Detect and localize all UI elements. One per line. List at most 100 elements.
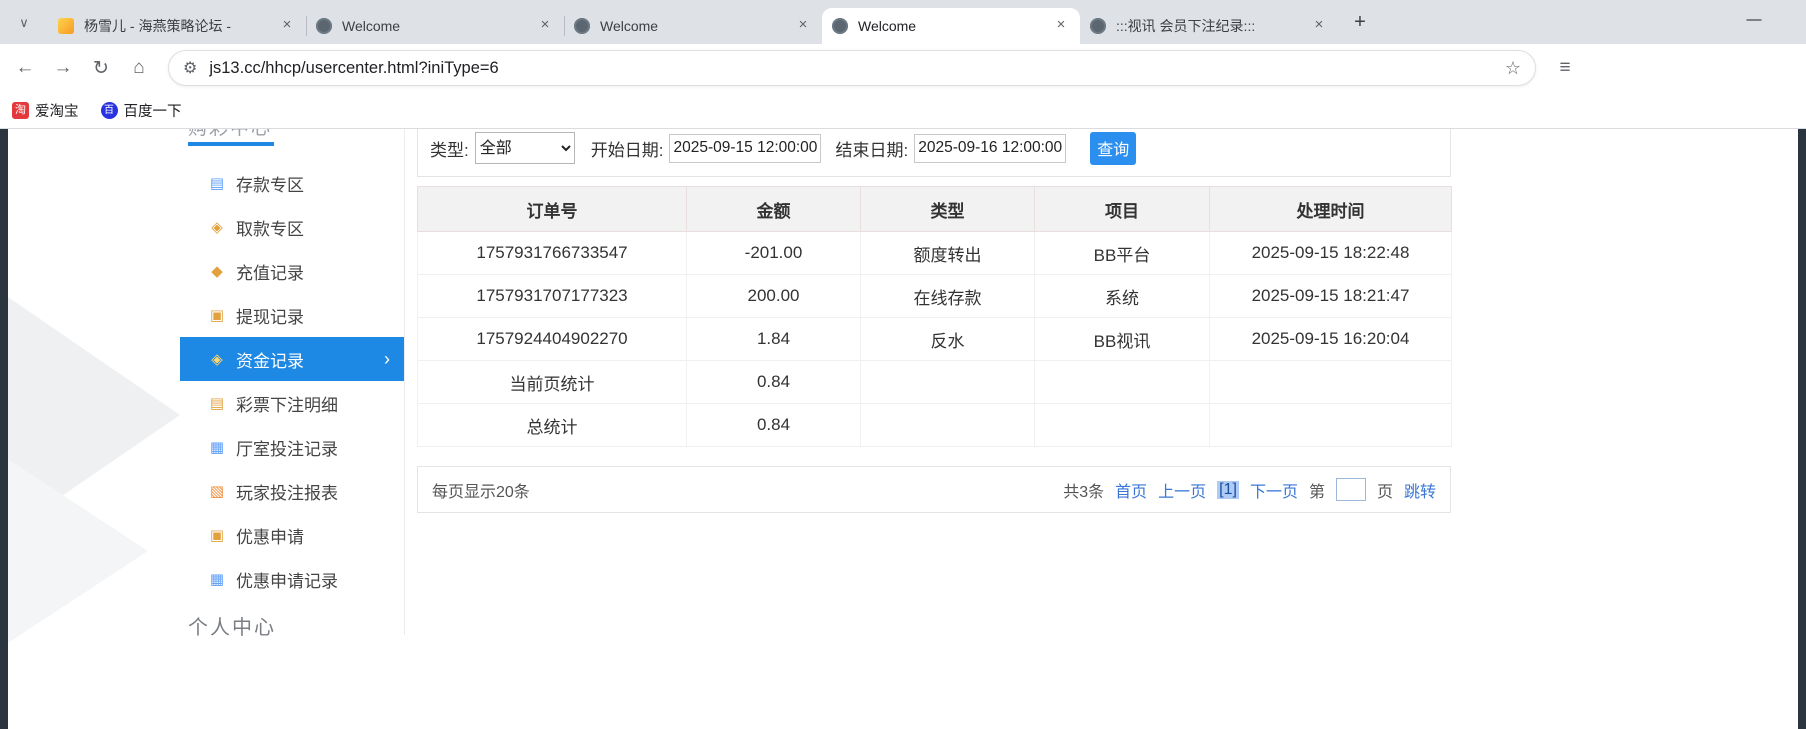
query-button[interactable]: 查询	[1090, 131, 1137, 165]
first-page-link[interactable]: 首页	[1115, 478, 1147, 502]
globe-favicon	[1090, 18, 1106, 34]
tab-bet-records[interactable]: :::视讯 会员下注纪录::: ×	[1080, 8, 1338, 44]
browser-toolbar: ← → ↻ ⌂ ⚙ js13.cc/hhcp/usercenter.html?i…	[0, 44, 1806, 92]
funds-records-icon: ◈	[211, 351, 223, 368]
bookmark-star-icon[interactable]: ☆	[1505, 58, 1521, 79]
table-cell: 当前页统计	[417, 360, 687, 404]
sidebar-item-label: 玩家投注报表	[236, 483, 338, 503]
close-tab-icon[interactable]: ×	[536, 17, 554, 35]
sidebar-item-promo-apply-records[interactable]: ▦ 优惠申请记录	[180, 557, 404, 601]
close-tab-icon[interactable]: ×	[278, 17, 296, 35]
prev-page-link[interactable]: 上一页	[1158, 478, 1206, 502]
sidebar-item-label: 优惠申请记录	[236, 571, 338, 591]
browser-tab-strip: ∨ 杨雪儿 - 海燕策略论坛 - × Welcome × Welcome × W…	[0, 0, 1806, 44]
address-bar[interactable]: ⚙ js13.cc/hhcp/usercenter.html?iniType=6…	[168, 50, 1536, 86]
tab-title: Welcome	[342, 18, 401, 34]
sidebar-item-withdraw-zone[interactable]: ◈ 取款专区	[180, 205, 404, 249]
table-cell	[1034, 360, 1210, 404]
back-button[interactable]: ←	[6, 49, 44, 87]
table-cell: 在线存款	[860, 274, 1035, 318]
page-background: 购彩中心 ▤ 存款专区 ◈ 取款专区 ◆ 充值记录 ▣ 提现记录	[0, 129, 1806, 729]
sidebar-item-label: 存款专区	[236, 175, 304, 195]
type-label: 类型:	[430, 140, 469, 160]
sidebar-item-funds-records[interactable]: ◈ 资金记录 ›	[180, 337, 404, 381]
globe-favicon	[574, 18, 590, 34]
decor-triangle	[8, 459, 148, 643]
table-header-row: 订单号 金额 类型 项目 处理时间	[417, 186, 1452, 232]
home-button[interactable]: ⌂	[120, 49, 158, 87]
tab-forum[interactable]: 杨雪儿 - 海燕策略论坛 - ×	[48, 8, 306, 44]
sidebar-item-hall-bet-records[interactable]: ▦ 厅室投注记录	[180, 425, 404, 469]
sidebar-item-recharge-records[interactable]: ◆ 充值记录	[180, 249, 404, 293]
chevron-right-icon: ›	[384, 348, 390, 369]
forward-button[interactable]: →	[44, 49, 82, 87]
page-number-input[interactable]	[1335, 478, 1366, 501]
promo-apply-icon: ▣	[209, 527, 225, 544]
bookmark-baidu[interactable]: 百 百度一下	[100, 100, 182, 121]
url-text[interactable]: js13.cc/hhcp/usercenter.html?iniType=6	[209, 59, 1505, 78]
next-page-link[interactable]: 下一页	[1250, 478, 1298, 502]
table-cell	[1209, 403, 1452, 447]
table-cell: 总统计	[417, 403, 687, 447]
column-header-time: 处理时间	[1209, 186, 1452, 232]
sidebar: 购彩中心 ▤ 存款专区 ◈ 取款专区 ◆ 充值记录 ▣ 提现记录	[180, 129, 405, 639]
table-cell	[860, 403, 1035, 447]
jump-link[interactable]: 跳转	[1404, 478, 1436, 502]
table-cell	[1034, 403, 1210, 447]
tab-welcome-1[interactable]: Welcome ×	[306, 8, 564, 44]
reload-button[interactable]: ↻	[82, 49, 120, 87]
page-word-before: 第	[1308, 483, 1325, 501]
table-cell: -201.00	[686, 231, 861, 275]
minimize-button[interactable]: —	[1738, 4, 1770, 36]
sidebar-item-label: 彩票下注明细	[236, 395, 338, 415]
bookmark-aitaobao[interactable]: 淘 爱淘宝	[12, 100, 79, 121]
table-cell: 0.84	[686, 360, 861, 404]
column-header-type: 类型	[860, 186, 1035, 232]
sidebar-section-lottery-center[interactable]: 购彩中心	[180, 129, 404, 147]
browser-sidebar-icon[interactable]: ≡	[1546, 49, 1584, 87]
chevron-down-icon: ∨	[19, 15, 29, 30]
bookmarks-bar: 淘 爱淘宝 百 百度一下	[0, 92, 1806, 129]
sidebar-section-personal-center[interactable]: 个人中心	[188, 611, 276, 640]
sidebar-item-withdrawal-records[interactable]: ▣ 提现记录	[180, 293, 404, 337]
taobao-favicon: 淘	[12, 101, 29, 119]
close-tab-icon[interactable]: ×	[794, 17, 812, 35]
funds-table: 订单号 金额 类型 项目 处理时间 1757931766733547 -201.…	[417, 186, 1452, 447]
table-row: 1757931707177323 200.00 在线存款 系统 2025-09-…	[417, 274, 1452, 318]
total-count-label: 共3条	[1063, 483, 1105, 501]
table-cell: BB平台	[1034, 231, 1210, 275]
site-settings-icon[interactable]: ⚙	[183, 58, 197, 78]
sidebar-item-lottery-bet-details[interactable]: ▤ 彩票下注明细	[180, 381, 404, 425]
table-cell	[860, 360, 1035, 404]
type-select[interactable]: 全部	[474, 132, 575, 164]
sidebar-item-promo-apply[interactable]: ▣ 优惠申请	[180, 513, 404, 557]
promo-apply-records-icon: ▦	[209, 571, 225, 588]
deposit-zone-icon: ▤	[209, 175, 225, 192]
tab-search-button[interactable]: ∨	[10, 9, 38, 37]
end-date-input[interactable]	[914, 133, 1067, 163]
table-cell	[1209, 360, 1452, 404]
start-date-label: 开始日期:	[590, 140, 664, 160]
baidu-favicon: 百	[100, 101, 118, 119]
tab-title: :::视讯 会员下注纪录:::	[1116, 18, 1256, 34]
table-row-grand-total: 总统计 0.84	[417, 403, 1452, 447]
column-header-project: 项目	[1034, 186, 1210, 232]
sidebar-item-deposit-zone[interactable]: ▤ 存款专区	[180, 161, 404, 205]
bookmark-label: 百度一下	[123, 103, 182, 120]
table-cell: 200.00	[686, 274, 861, 318]
new-tab-button[interactable]: +	[1346, 8, 1374, 36]
sidebar-item-player-bet-report[interactable]: ▧ 玩家投注报表	[180, 469, 404, 513]
table-cell: 0.84	[686, 403, 861, 447]
forum-favicon	[58, 18, 74, 34]
close-tab-icon[interactable]: ×	[1310, 17, 1328, 35]
sidebar-item-label: 充值记录	[236, 263, 304, 283]
recharge-records-icon: ◆	[211, 263, 223, 280]
close-tab-icon[interactable]: ×	[1052, 17, 1070, 35]
end-date-label: 结束日期:	[835, 140, 909, 160]
table-cell: 2025-09-15 18:22:48	[1209, 231, 1452, 275]
tab-welcome-2[interactable]: Welcome ×	[564, 8, 822, 44]
start-date-input[interactable]	[669, 133, 822, 163]
globe-favicon	[832, 18, 848, 34]
page-word-after: 页	[1376, 483, 1393, 501]
tab-welcome-active[interactable]: Welcome ×	[822, 8, 1080, 44]
